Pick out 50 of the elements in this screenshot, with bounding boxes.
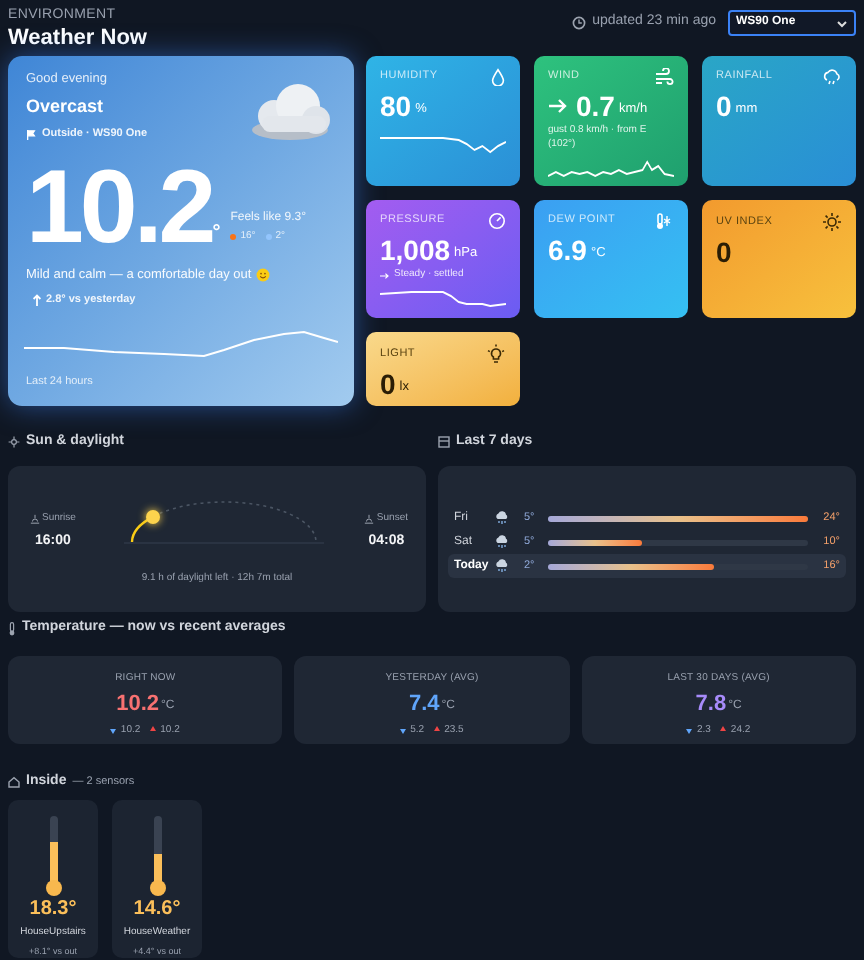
up-arrow-icon — [32, 294, 42, 307]
flag-icon — [26, 129, 36, 140]
tile-value: 1,008 — [380, 234, 451, 266]
right-arrow-icon — [548, 98, 568, 114]
sunset-icon — [364, 514, 375, 525]
thermometer-bulb — [149, 880, 165, 896]
temperature-value: 18.3° — [29, 900, 77, 920]
up-arrow-icon — [434, 726, 441, 735]
sunrise-icon — [30, 514, 40, 525]
sun-icon — [8, 436, 20, 448]
wind-icon — [654, 68, 674, 86]
page-title: Weather Now — [8, 28, 147, 50]
clock-icon — [572, 16, 587, 30]
tile-value: 0 — [716, 90, 732, 122]
calendar-icon — [438, 436, 450, 448]
down-arrow-icon — [686, 726, 693, 735]
tile-value: 80 — [380, 90, 412, 122]
down-arrow-icon — [110, 726, 117, 735]
smiley-icon — [255, 267, 270, 282]
temperature-value: 7.4 — [408, 693, 440, 715]
rain-cloud-icon — [494, 534, 510, 550]
water-drop-icon — [490, 68, 506, 86]
light-bulb-icon — [486, 344, 506, 364]
high-marker-icon — [230, 234, 237, 241]
temperature-value: 7.8 — [695, 693, 727, 715]
temperature-value: 14.6° — [133, 900, 181, 920]
tile-value: 0.7 — [576, 90, 615, 122]
down-arrow-icon — [400, 726, 407, 735]
temperature-value: 10.2 — [26, 167, 213, 247]
tile-value: 6.9 — [548, 234, 587, 266]
cloud-icon — [246, 82, 334, 142]
house-icon — [8, 776, 20, 788]
temperature-value: 10.2 — [116, 693, 159, 715]
tile-value: 0 — [716, 236, 732, 268]
chevron-down-icon — [836, 19, 848, 27]
thermometer-icon — [8, 621, 16, 635]
degree-sign: ° — [212, 223, 221, 243]
tile-value: 0 — [380, 368, 396, 400]
rain-cloud-icon — [494, 510, 510, 526]
sun-icon — [822, 212, 842, 232]
up-arrow-icon — [720, 726, 727, 735]
trend-arrow-icon — [380, 271, 390, 279]
sun-position-marker — [146, 509, 161, 524]
up-arrow-icon — [150, 726, 157, 735]
rain-cloud-icon — [494, 558, 510, 574]
thermometer-snowflake-icon — [654, 212, 674, 230]
condition-text: Overcast — [26, 93, 106, 120]
thermometer-bulb — [45, 880, 61, 896]
rain-cloud-icon — [822, 68, 842, 86]
gauge-icon — [488, 212, 506, 230]
